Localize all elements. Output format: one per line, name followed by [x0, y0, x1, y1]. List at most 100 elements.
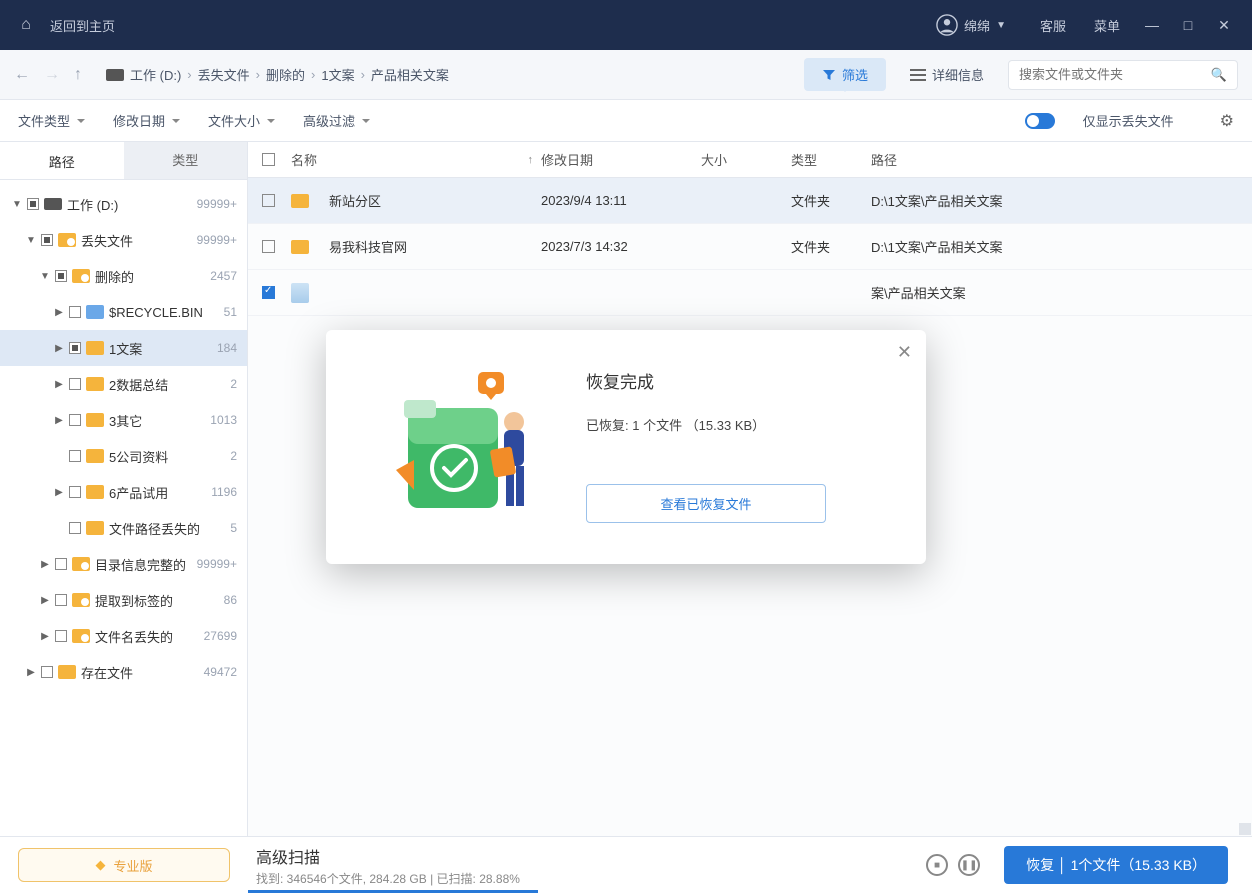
tree-item[interactable]: ▼工作 (D:)99999+	[0, 186, 247, 222]
tree-item[interactable]: ▶目录信息完整的99999+	[0, 546, 247, 582]
col-size[interactable]: 大小	[701, 150, 791, 169]
tree-count: 99999+	[197, 197, 237, 211]
tree-item[interactable]: 5公司资料2	[0, 438, 247, 474]
nav-back-icon[interactable]: ←	[14, 66, 30, 84]
tree-count: 5	[230, 521, 237, 535]
view-recovered-button[interactable]: 查看已恢复文件	[586, 484, 826, 523]
expand-icon[interactable]	[54, 523, 64, 534]
recover-button[interactable]: 恢复 │ 1个文件（15.33 KB）	[1004, 846, 1228, 884]
crumb[interactable]: 丢失文件	[198, 65, 250, 84]
nav-up-icon[interactable]: ↑	[74, 66, 82, 84]
tree-checkbox[interactable]	[55, 594, 67, 606]
stop-scan-button[interactable]: ■	[926, 854, 948, 876]
filter-date[interactable]: 修改日期	[113, 111, 180, 130]
tab-type[interactable]: 类型	[124, 142, 248, 179]
expand-icon[interactable]: ▶	[54, 415, 64, 426]
lost-only-toggle[interactable]	[1025, 113, 1055, 129]
row-checkbox[interactable]	[262, 286, 275, 299]
close-icon[interactable]: ✕	[897, 342, 912, 363]
search-input[interactable]	[1019, 67, 1211, 82]
tree-item[interactable]: ▶6产品试用1196	[0, 474, 247, 510]
tree-checkbox[interactable]	[69, 378, 81, 390]
minimize-button[interactable]: —	[1134, 17, 1170, 33]
tree-item[interactable]: ▶文件名丢失的27699	[0, 618, 247, 654]
filter-row: 文件类型 修改日期 文件大小 高级过滤 仅显示丢失文件 ⚙	[0, 100, 1252, 142]
user-menu[interactable]: 绵绵 ▼	[936, 14, 1006, 36]
tab-path[interactable]: 路径	[0, 142, 124, 179]
col-path[interactable]: 路径	[871, 150, 1238, 169]
table-row[interactable]: 案\产品相关文案	[248, 270, 1252, 316]
tree-checkbox[interactable]	[41, 234, 53, 246]
row-checkbox[interactable]	[262, 194, 275, 207]
tree-checkbox[interactable]	[69, 342, 81, 354]
row-type: 文件夹	[791, 237, 871, 256]
expand-icon[interactable]: ▶	[40, 595, 50, 606]
row-path: D:\1文案\产品相关文案	[871, 191, 1238, 210]
table-row[interactable]: 易我科技官网2023/7/3 14:32文件夹D:\1文案\产品相关文案	[248, 224, 1252, 270]
expand-icon[interactable]: ▼	[12, 199, 22, 210]
crumb[interactable]: 1文案	[321, 65, 354, 84]
tree-checkbox[interactable]	[69, 522, 81, 534]
tree-checkbox[interactable]	[27, 198, 39, 210]
tree-checkbox[interactable]	[55, 558, 67, 570]
tree-item[interactable]: 文件路径丢失的5	[0, 510, 247, 546]
pro-button[interactable]: ◆ 专业版	[18, 848, 230, 882]
tree-item[interactable]: ▶提取到标签的86	[0, 582, 247, 618]
scan-status: 高级扫描 找到: 346546个文件, 284.28 GB | 已扫描: 28.…	[256, 844, 916, 887]
table-row[interactable]: 新站分区2023/9/4 13:11文件夹D:\1文案\产品相关文案	[248, 178, 1252, 224]
home-icon[interactable]: ⌂	[10, 16, 42, 34]
tree-checkbox[interactable]	[55, 270, 67, 282]
tree-checkbox[interactable]	[69, 306, 81, 318]
filter-button[interactable]: 筛选	[804, 58, 886, 91]
tree-label: 5公司资料	[109, 447, 225, 466]
tree-checkbox[interactable]	[69, 450, 81, 462]
support-link[interactable]: 客服	[1040, 16, 1066, 35]
select-all-checkbox[interactable]	[262, 153, 275, 166]
pause-scan-button[interactable]: ❚❚	[958, 854, 980, 876]
filter-size[interactable]: 文件大小	[208, 111, 275, 130]
tree-checkbox[interactable]	[69, 414, 81, 426]
col-date[interactable]: 修改日期	[541, 150, 701, 169]
expand-icon[interactable]: ▶	[40, 631, 50, 642]
col-name[interactable]: 名称	[291, 150, 317, 169]
tree-item[interactable]: ▶1文案184	[0, 330, 247, 366]
tree-item[interactable]: ▼丢失文件99999+	[0, 222, 247, 258]
crumb[interactable]: 工作 (D:)	[130, 65, 181, 84]
tree-item[interactable]: ▶存在文件49472	[0, 654, 247, 690]
expand-icon[interactable]: ▶	[40, 559, 50, 570]
filter-filetype[interactable]: 文件类型	[18, 111, 85, 130]
row-checkbox[interactable]	[262, 240, 275, 253]
tree-checkbox[interactable]	[55, 630, 67, 642]
nav-forward-icon[interactable]: →	[44, 66, 60, 84]
tree-label: 文件名丢失的	[95, 627, 199, 646]
filter-advanced[interactable]: 高级过滤	[303, 111, 370, 130]
tree-count: 184	[217, 341, 237, 355]
tree-checkbox[interactable]	[41, 666, 53, 678]
expand-icon[interactable]	[54, 451, 64, 462]
tree-item[interactable]: ▶3其它1013	[0, 402, 247, 438]
tree-label: 丢失文件	[81, 231, 192, 250]
expand-icon[interactable]: ▶	[54, 307, 64, 318]
search-box[interactable]: 🔍	[1008, 60, 1238, 90]
expand-icon[interactable]: ▶	[54, 379, 64, 390]
expand-icon[interactable]: ▶	[26, 667, 36, 678]
expand-icon[interactable]: ▼	[26, 235, 36, 246]
tree-item[interactable]: ▼删除的2457	[0, 258, 247, 294]
back-home-link[interactable]: 返回到主页	[50, 16, 115, 35]
detail-button[interactable]: 详细信息	[900, 59, 994, 90]
sort-asc-icon[interactable]: ↑	[528, 154, 534, 166]
expand-icon[interactable]: ▼	[40, 271, 50, 282]
expand-icon[interactable]: ▶	[54, 343, 64, 354]
col-type[interactable]: 类型	[791, 150, 871, 169]
search-icon[interactable]: 🔍	[1211, 67, 1227, 83]
crumb[interactable]: 产品相关文案	[371, 65, 449, 84]
crumb[interactable]: 删除的	[266, 65, 305, 84]
tree-checkbox[interactable]	[69, 486, 81, 498]
tree-item[interactable]: ▶2数据总结2	[0, 366, 247, 402]
close-button[interactable]: ✕	[1206, 17, 1242, 34]
tree-item[interactable]: ▶$RECYCLE.BIN51	[0, 294, 247, 330]
expand-icon[interactable]: ▶	[54, 487, 64, 498]
maximize-button[interactable]: □	[1170, 17, 1206, 33]
filter-settings-icon[interactable]: ⚙	[1220, 111, 1234, 131]
menu-link[interactable]: 菜单	[1094, 16, 1120, 35]
